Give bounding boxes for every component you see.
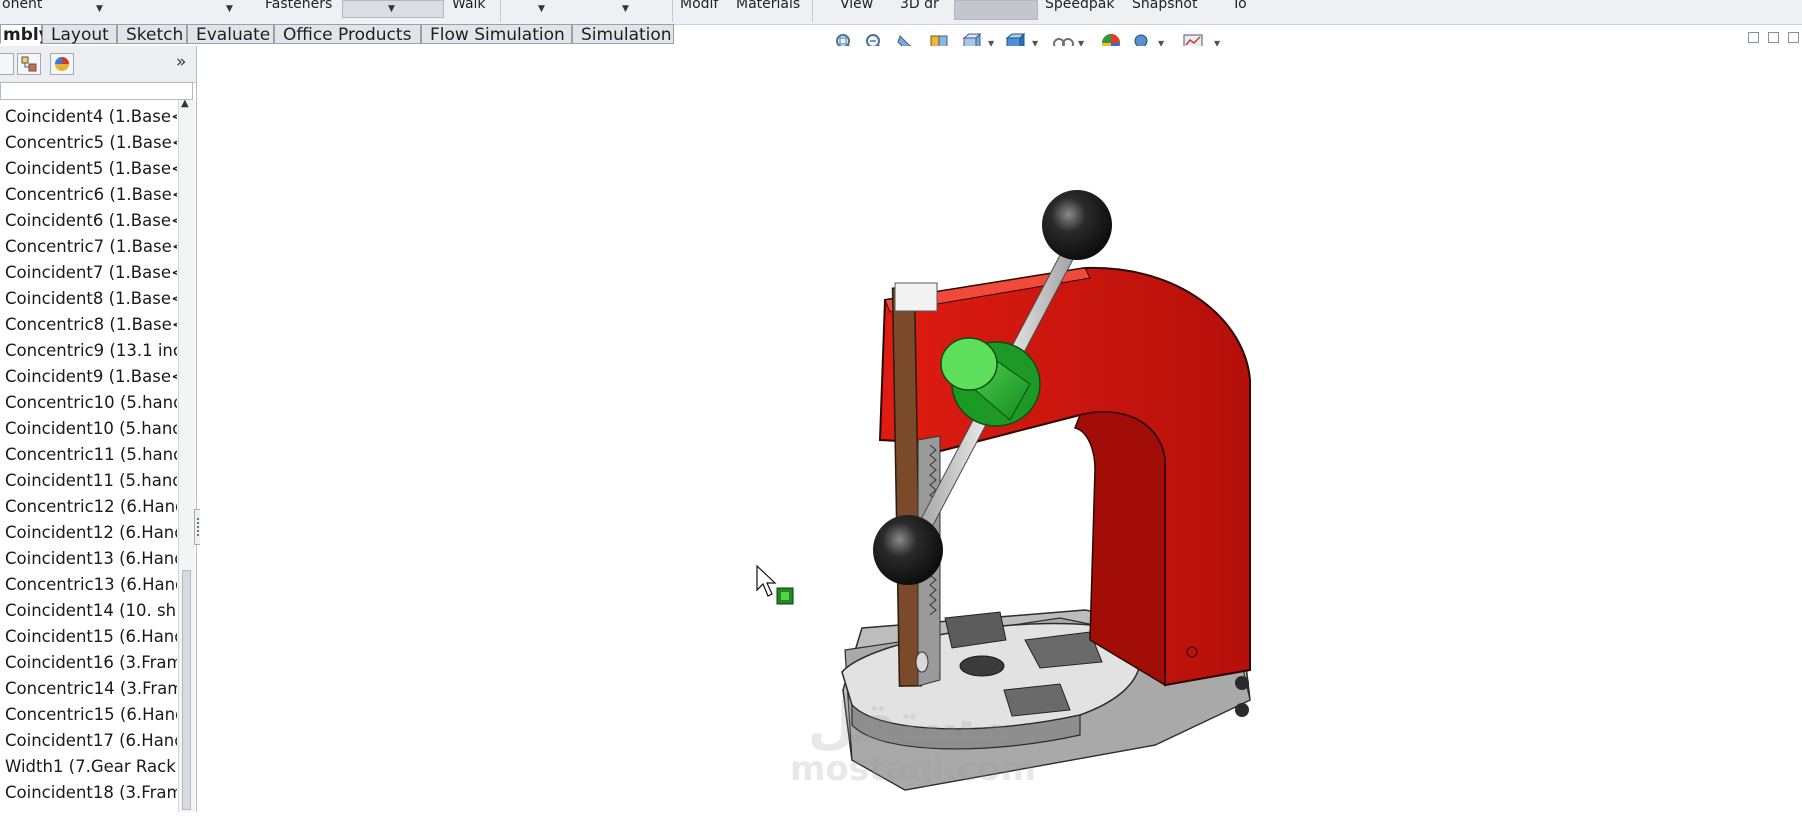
window-cascade-icon[interactable] — [1768, 32, 1779, 43]
mate-item[interactable]: Width1 (7.Gear Rack< — [0, 754, 177, 780]
tab-layout[interactable]: Layout — [42, 24, 117, 45]
ribbon-separator — [812, 0, 813, 22]
mate-item[interactable]: Concentric5 (1.Base<1 — [0, 130, 177, 156]
collapse-panel-icon[interactable]: » — [176, 52, 186, 72]
tree-filter-input[interactable] — [0, 82, 193, 100]
tab-evaluate[interactable]: Evaluate — [187, 24, 274, 45]
ribbon-separator — [500, 0, 501, 22]
mate-item[interactable]: Coincident8 (1.Base<1 — [0, 286, 177, 312]
mate-item[interactable]: Coincident11 (5.handl — [0, 468, 177, 494]
chevron-down-icon[interactable]: ▼ — [96, 4, 103, 14]
display-manager-icon[interactable] — [50, 53, 74, 75]
ribbon-item-speedpak[interactable]: Speedpak — [1045, 0, 1114, 12]
tab-assembly[interactable]: mbly — [0, 24, 50, 45]
mate-item[interactable]: Coincident17 (6.Hand — [0, 728, 177, 754]
ribbon-separator — [672, 0, 673, 22]
handle-knob-bottom — [873, 515, 943, 585]
tab-sketch[interactable]: Sketch — [117, 24, 187, 45]
mate-item[interactable]: Coincident5 (1.Base<1 — [0, 156, 177, 182]
mate-item[interactable]: Concentric6 (1.Base<1 — [0, 182, 177, 208]
ribbon-item-modify[interactable]: Modif — [680, 0, 718, 12]
ribbon-item-view[interactable]: View — [840, 0, 873, 12]
tab-flow-simulation[interactable]: Flow Simulation — [421, 24, 572, 45]
watermark-arabic: مستقل — [807, 691, 1013, 756]
configuration-manager-icon[interactable] — [17, 53, 41, 75]
tree-scrollbar[interactable]: ▲ — [178, 98, 195, 812]
mate-item[interactable]: Coincident16 (3.Frame — [0, 650, 177, 676]
mate-item[interactable]: Concentric14 (3.Frame — [0, 676, 177, 702]
watermark: مستقل mostaql.com — [790, 691, 1037, 789]
mate-item[interactable]: Concentric15 (6.Hand — [0, 702, 177, 728]
mate-item[interactable]: Concentric13 (6.Hand — [0, 572, 177, 598]
mate-item[interactable]: Concentric10 (5.handl — [0, 390, 177, 416]
mate-item[interactable]: Coincident7 (1.Base<1 — [0, 260, 177, 286]
handle-knob-top — [1042, 190, 1112, 260]
chevron-down-icon[interactable]: ▼ — [226, 4, 233, 14]
mate-item[interactable]: Coincident4 (1.Base<1 — [0, 104, 177, 130]
ribbon-item-tools[interactable]: To — [1232, 0, 1247, 12]
mate-item[interactable]: Coincident14 (10. sha — [0, 598, 177, 624]
ribbon-item-materials[interactable]: Materials — [736, 0, 800, 12]
mates-tree: Coincident4 (1.Base<1 Concentric5 (1.Base… — [0, 104, 178, 812]
ribbon-item-fasteners[interactable]: Fasteners — [265, 0, 332, 12]
mate-item[interactable]: Coincident9 (1.Base<1 — [0, 364, 177, 390]
watermark-latin: mostaql.com — [790, 749, 1037, 789]
chevron-down-icon[interactable]: ▼ — [538, 4, 545, 14]
panel-toolbar: » — [0, 46, 196, 83]
mate-item[interactable]: Coincident13 (6.Hand — [0, 546, 177, 572]
ribbon-highlight-box[interactable] — [954, 0, 1038, 20]
mate-item[interactable]: Coincident18 (3.Frame — [0, 780, 177, 806]
mate-item[interactable]: Concentric8 (1.Base<1 — [0, 312, 177, 338]
mate-item[interactable]: Coincident12 (6.Hand — [0, 520, 177, 546]
window-tile-icon[interactable] — [1748, 32, 1759, 43]
mate-item[interactable]: Concentric11 (5.handl — [0, 442, 177, 468]
feature-tree-tab-icon[interactable] — [0, 53, 14, 75]
graphics-viewport[interactable]: مستقل mostaql.com — [200, 46, 1802, 812]
ribbon-item-snapshot[interactable]: Snapshot — [1132, 0, 1197, 12]
mate-item[interactable]: Coincident6 (1.Base<1 — [0, 208, 177, 234]
ribbon-strip: onent ▼ Fasteners ▼ ▼ Walk ▼ ▼ Modif Mat… — [0, 0, 1802, 25]
mate-item[interactable]: Concentric9 (13.1 inch — [0, 338, 177, 364]
chevron-down-icon[interactable]: ▼ — [388, 4, 395, 14]
feature-manager-panel: » Coincident4 (1.Base<1 Concentric5 (1.Ba… — [0, 46, 201, 812]
mate-item[interactable]: Concentric12 (6.Hand — [0, 494, 177, 520]
tab-office-products[interactable]: Office Products — [274, 24, 421, 45]
ribbon-item-component[interactable]: onent — [2, 0, 42, 12]
chevron-down-icon[interactable]: ▼ — [622, 4, 629, 14]
mate-item[interactable]: Coincident10 (5.handl — [0, 416, 177, 442]
ribbon-item-3d-drawing[interactable]: 3D dr — [900, 0, 939, 12]
tab-simulation[interactable]: Simulation — [572, 24, 674, 45]
window-extra-icon[interactable] — [1788, 32, 1799, 43]
mate-item[interactable]: Concentric7 (1.Base<1 — [0, 234, 177, 260]
ribbon-item-walk[interactable]: Walk — [452, 0, 486, 12]
mate-item[interactable]: Coincident15 (6.Hand — [0, 624, 177, 650]
mouse-cursor — [756, 564, 777, 597]
scrollbar-thumb[interactable] — [182, 570, 191, 810]
scroll-up-icon[interactable]: ▲ — [181, 98, 189, 109]
